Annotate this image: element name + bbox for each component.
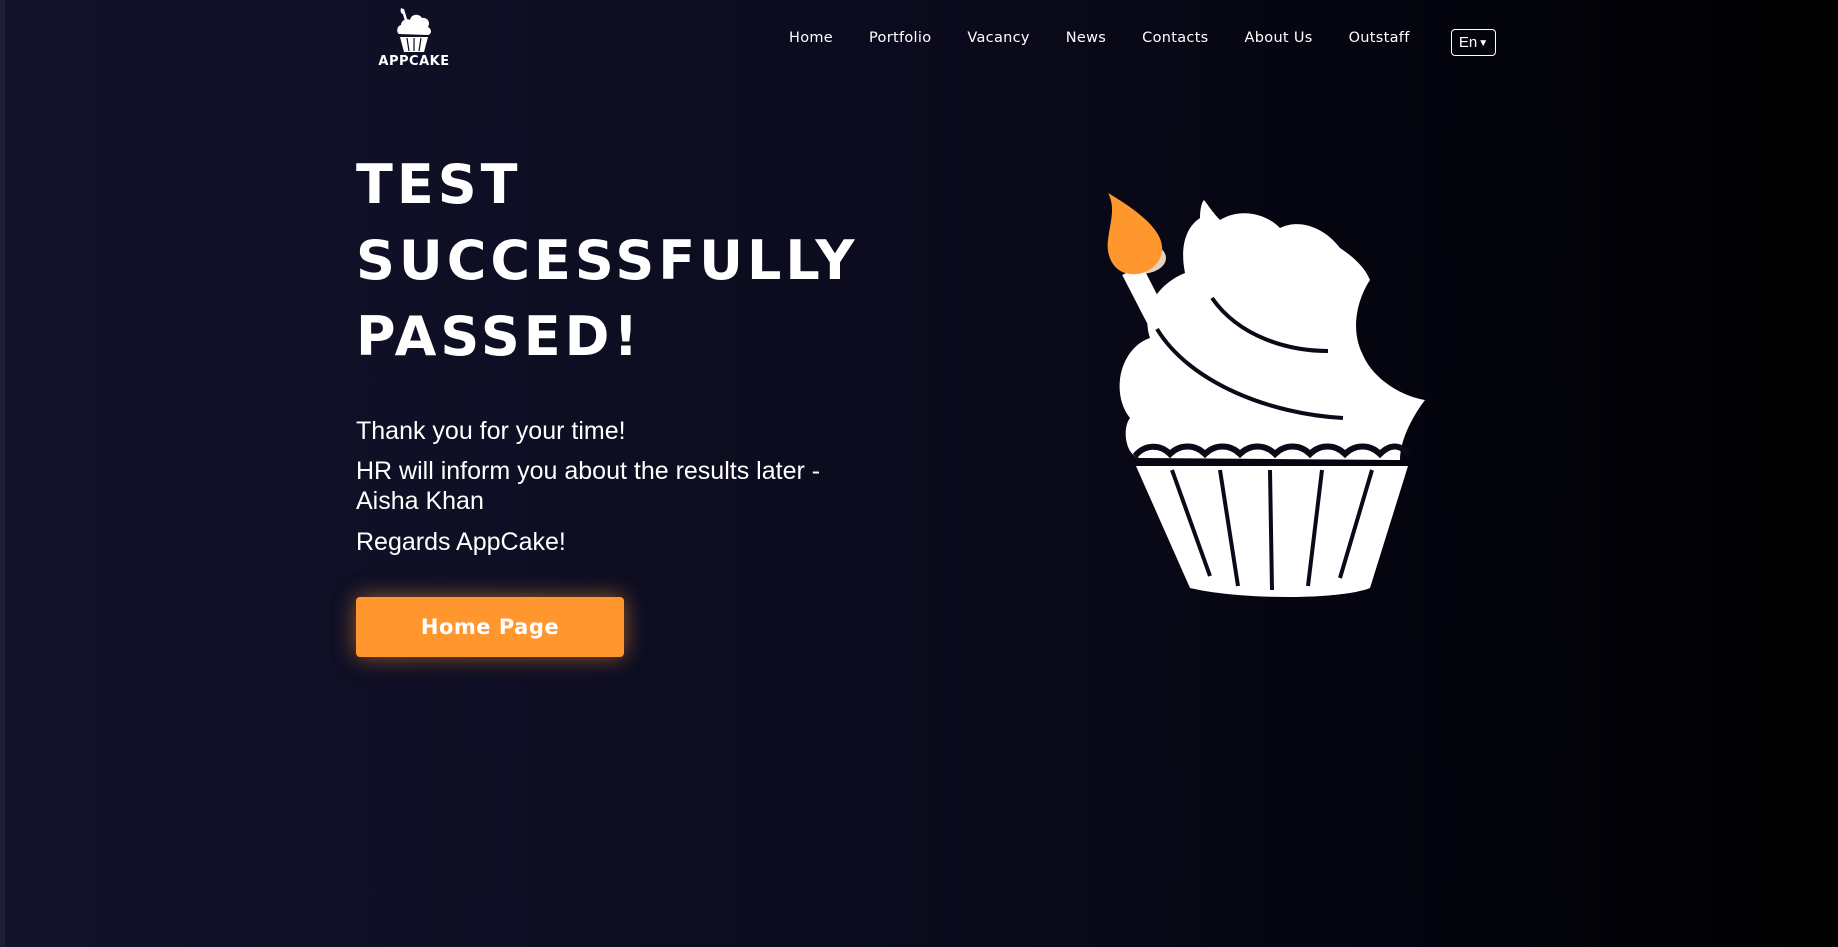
page-edge	[0, 0, 5, 947]
cupcake-with-candle-icon	[1107, 193, 1425, 597]
page-title: TEST SUCCESSFULLY PASSED!	[356, 147, 876, 375]
main-nav: Home Portfolio Vacancy News Contacts Abo…	[789, 30, 1446, 46]
home-page-button[interactable]: Home Page	[356, 597, 624, 657]
cupcake-icon	[397, 8, 431, 52]
nav-home[interactable]: Home	[789, 30, 833, 46]
caret-down-icon: ▼	[1478, 38, 1489, 49]
language-selector[interactable]: En ▼	[1451, 29, 1496, 56]
nav-about-us[interactable]: About Us	[1245, 30, 1313, 46]
nav-vacancy[interactable]: Vacancy	[967, 30, 1029, 46]
title-line: TEST	[356, 153, 522, 216]
thank-you-text: Thank you for your time!	[356, 417, 626, 445]
brand-name: APPCAKE	[378, 54, 450, 69]
nav-portfolio[interactable]: Portfolio	[869, 30, 931, 46]
logo-link[interactable]: APPCAKE	[374, 6, 454, 76]
nav-news[interactable]: News	[1066, 30, 1106, 46]
regards-text: Regards AppCake!	[356, 528, 566, 556]
site-header: APPCAKE Home Portfolio Vacancy News Cont…	[0, 0, 1838, 80]
nav-contacts[interactable]: Contacts	[1142, 30, 1208, 46]
language-label: En	[1458, 34, 1478, 51]
hr-info-text: HR will inform you about the results lat…	[356, 457, 821, 515]
title-line: PASSED!	[356, 305, 643, 368]
nav-outstaff[interactable]: Outstaff	[1349, 30, 1410, 46]
title-line: SUCCESSFULLY	[356, 229, 859, 292]
